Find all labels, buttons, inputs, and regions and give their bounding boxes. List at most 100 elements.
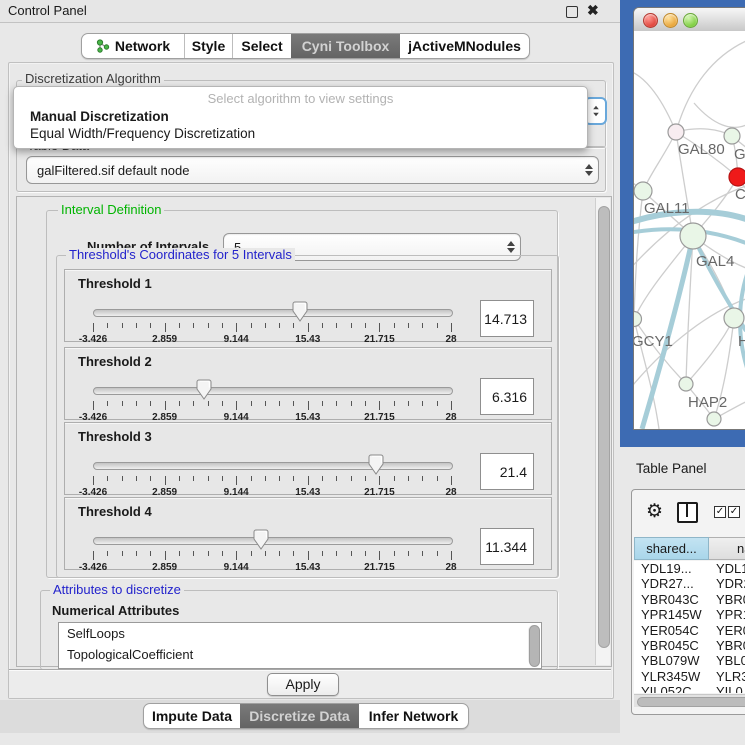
cell-shared-name: YIL052C <box>634 684 711 693</box>
columns-icon[interactable] <box>677 502 698 523</box>
table-row[interactable]: YER054CYER0 <box>634 623 745 638</box>
slider-tick <box>351 476 352 481</box>
cell-shared-name: YBR045C <box>634 638 711 653</box>
column-header-name[interactable]: name <box>709 537 745 560</box>
gear-icon[interactable]: ⚙ <box>646 500 663 523</box>
zoom-traffic-light-icon[interactable] <box>683 13 698 28</box>
close-traffic-light-icon[interactable] <box>643 13 658 28</box>
close-icon[interactable]: ✖ <box>587 2 599 19</box>
threshold-label: Threshold 1 <box>78 276 152 291</box>
slider-tick <box>208 476 209 481</box>
network-node-GA[interactable] <box>724 128 740 144</box>
table-row[interactable]: YBR043CYBR0 <box>634 592 745 607</box>
table-row[interactable]: YLR345WYLR3 <box>634 669 745 684</box>
settings-scrollbar[interactable] <box>595 198 610 665</box>
slider-tick <box>222 323 223 328</box>
attributes-list[interactable]: SelfLoopsTopologicalCoefficientBetweenne… <box>58 622 542 669</box>
minimize-traffic-light-icon[interactable] <box>663 13 678 28</box>
table-horizontal-scrollbar-thumb[interactable] <box>637 697 745 707</box>
slider-tick <box>308 551 309 560</box>
slider-tick <box>422 476 423 481</box>
threshold-slider-track[interactable] <box>93 462 453 470</box>
slider-tick-label: 15.43 <box>295 334 320 345</box>
network-edge[interactable] <box>634 191 643 319</box>
slider-tick <box>208 323 209 328</box>
control-panel-titlebar: Control Panel ✖ <box>0 0 620 23</box>
network-node-GAL11[interactable] <box>634 182 652 200</box>
threshold-slider-track[interactable] <box>93 537 453 545</box>
threshold-slider-thumb[interactable] <box>196 379 212 405</box>
attributes-list-scrollbar[interactable] <box>528 625 539 665</box>
network-edge[interactable] <box>643 132 676 191</box>
tab-infer-network[interactable]: Infer Network <box>359 704 468 728</box>
table-body[interactable]: YDL19...YDL1YDR27...YDR2YBR043CYBR0YPR14… <box>634 561 745 693</box>
table-horizontal-scrollbar[interactable] <box>634 694 745 707</box>
network-node-HAP2[interactable] <box>679 377 693 391</box>
threshold-slider-thumb[interactable] <box>253 529 269 555</box>
checkbox-icon-1[interactable]: ✓ <box>714 506 726 518</box>
network-window-titlebar <box>634 8 745 32</box>
tab-jactivemnodules[interactable]: jActiveMNodules <box>400 34 529 58</box>
network-node-unlabeled[interactable] <box>707 412 721 426</box>
slider-tick <box>150 323 151 328</box>
slider-tick <box>179 551 180 556</box>
threshold-label: Threshold 3 <box>78 429 152 444</box>
network-canvas[interactable]: GAL80GACGAL11GAL4GCY1HHAP2 <box>634 31 745 429</box>
slider-tick-label: 2.859 <box>152 334 177 345</box>
network-node-label: C <box>735 186 745 203</box>
network-node-GAL4[interactable] <box>680 223 706 249</box>
threshold-value-field[interactable]: 6.316 <box>480 378 534 415</box>
tab-impute-data[interactable]: Impute Data <box>144 704 240 728</box>
network-node-GCY1[interactable] <box>634 312 642 327</box>
table-row[interactable]: YPR145WYPR1 <box>634 607 745 622</box>
table-row[interactable]: YIL052CYIL0 <box>634 684 745 693</box>
slider-tick <box>265 323 266 328</box>
attribute-list-item[interactable]: TopologicalCoefficient <box>59 644 541 665</box>
dropdown-option-manual[interactable]: Manual Discretization <box>17 109 584 125</box>
network-edge[interactable] <box>694 103 745 127</box>
table-row[interactable]: YDR27...YDR2 <box>634 576 745 591</box>
tab-select[interactable]: Select <box>232 34 291 58</box>
threshold-value-field[interactable]: 21.4 <box>480 453 534 490</box>
slider-tick <box>336 323 337 328</box>
slider-tick <box>379 401 380 410</box>
threshold-slider-track[interactable] <box>93 309 453 317</box>
slider-tick <box>251 401 252 406</box>
network-node-GAL80[interactable] <box>668 124 684 140</box>
network-node-label: GAL11 <box>644 200 690 217</box>
tab-discretize-data[interactable]: Discretize Data <box>240 704 359 728</box>
float-window-icon[interactable] <box>566 6 578 18</box>
column-header-shared-name[interactable]: shared... <box>634 537 709 560</box>
table-panel: ⚙ ✓ ✓ shared... name YDL19...YDL1YDR27..… <box>631 489 745 715</box>
tab-discretize-data-label: Discretize Data <box>249 708 349 724</box>
slider-tick <box>193 323 194 328</box>
checkbox-icon-2[interactable]: ✓ <box>728 506 740 518</box>
table-data-combo[interactable]: galFiltered.sif default node <box>26 156 599 184</box>
threshold-slider-track[interactable] <box>93 387 453 395</box>
tab-style[interactable]: Style <box>184 34 232 58</box>
algorithm-group-title: Discretization Algorithm <box>22 72 164 86</box>
threshold-slider-thumb[interactable] <box>368 454 384 480</box>
network-node-H[interactable] <box>724 308 744 328</box>
network-edge[interactable] <box>634 71 676 132</box>
apply-button[interactable]: Apply <box>267 673 339 696</box>
threshold-value-field[interactable]: 11.344 <box>480 528 534 565</box>
slider-tick <box>236 551 237 560</box>
slider-tick-label: -3.426 <box>79 562 107 573</box>
attributes-group-title: Attributes to discretize <box>50 583 184 597</box>
tab-network[interactable]: Network <box>82 34 184 58</box>
cell-shared-name: YLR345W <box>634 669 711 684</box>
tab-cyni-toolbox[interactable]: Cyni Toolbox <box>291 34 400 58</box>
threshold-value-field[interactable]: 14.713 <box>480 300 534 337</box>
cell-shared-name: YER054C <box>634 623 711 638</box>
table-row[interactable]: YBL079WYBL0 <box>634 653 745 668</box>
table-row[interactable]: YBR045CYBR0 <box>634 638 745 653</box>
attribute-list-item[interactable]: SelfLoops <box>59 623 541 644</box>
table-row[interactable]: YDL19...YDL1 <box>634 561 745 576</box>
slider-tick <box>437 476 438 481</box>
settings-scrollbar-thumb[interactable] <box>598 206 610 648</box>
dropdown-option-equal-width[interactable]: Equal Width/Frequency Discretization <box>17 126 584 142</box>
network-node-C[interactable] <box>729 168 745 186</box>
tab-cyni-toolbox-label: Cyni Toolbox <box>302 38 390 54</box>
threshold-slider-thumb[interactable] <box>292 301 308 327</box>
